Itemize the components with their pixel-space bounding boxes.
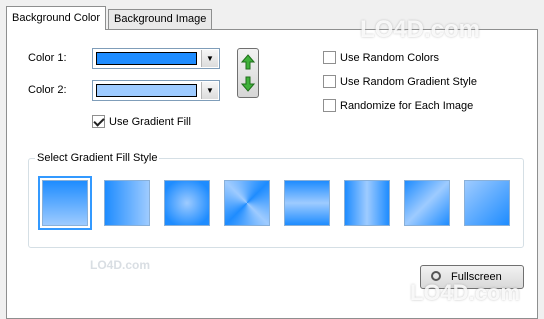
color-2-dropdown[interactable]: ▼ [92, 80, 220, 101]
color-1-swatch [96, 52, 197, 65]
color-2-label: Color 2: [28, 84, 67, 96]
use-gradient-fill-label: Use Gradient Fill [109, 115, 191, 128]
gradient-style-horizontal-center[interactable] [284, 180, 330, 226]
gradient-style-vertical[interactable] [38, 176, 92, 230]
tab-background-image[interactable]: Background Image [108, 9, 213, 30]
gradient-style-radial[interactable] [164, 180, 210, 226]
chevron-down-icon[interactable]: ▼ [201, 50, 218, 67]
checkbox-box[interactable] [323, 75, 336, 88]
use-random-gradient-style-checkbox[interactable]: Use Random Gradient Style [323, 75, 477, 88]
randomize-each-image-label: Randomize for Each Image [340, 99, 474, 112]
checkbox-box[interactable] [323, 51, 336, 64]
color-1-dropdown[interactable]: ▼ [92, 48, 220, 69]
color-1-label: Color 1: [28, 52, 67, 64]
green-arrow-down-icon [241, 76, 255, 92]
chevron-down-icon[interactable]: ▼ [201, 82, 218, 99]
green-arrow-up-icon [241, 54, 255, 70]
use-gradient-fill-checkbox[interactable]: Use Gradient Fill [92, 115, 191, 128]
checkbox-box[interactable] [323, 99, 336, 112]
gradient-style-diagonal-cross[interactable] [404, 180, 450, 226]
watermark-logo-top: LO4D.com [360, 16, 481, 43]
color-2-swatch [96, 84, 197, 97]
use-random-gradient-style-label: Use Random Gradient Style [340, 75, 477, 88]
gradient-style-group-title: Select Gradient Fill Style [35, 152, 160, 164]
gradient-style-diagonal[interactable] [464, 180, 510, 226]
watermark-logo-bottom: LO4D.com [410, 280, 521, 305]
tab-background-color[interactable]: Background Color [6, 6, 107, 30]
checkbox-box[interactable] [92, 115, 105, 128]
use-random-colors-label: Use Random Colors [340, 51, 440, 64]
gradient-style-vertical-center[interactable] [344, 180, 390, 226]
gradient-style-horizontal[interactable] [104, 180, 150, 226]
use-random-colors-checkbox[interactable]: Use Random Colors [323, 51, 439, 64]
randomize-each-image-checkbox[interactable]: Randomize for Each Image [323, 99, 473, 112]
gradient-style-diamond[interactable] [224, 180, 270, 226]
watermark-logo-middle: LO4D.com [90, 258, 151, 272]
swap-colors-button[interactable] [237, 48, 259, 98]
